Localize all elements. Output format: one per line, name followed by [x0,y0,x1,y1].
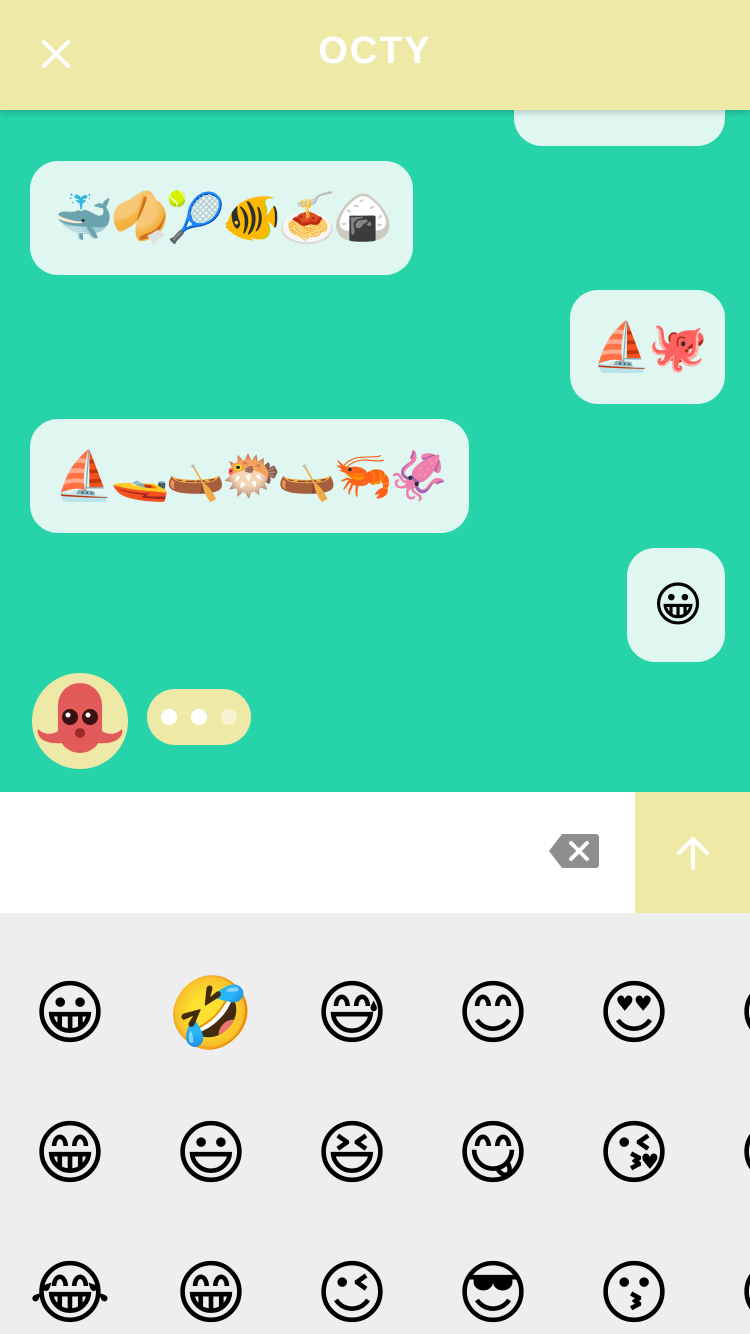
emoji-key[interactable]: 😍 [584,963,684,1063]
emoji-key[interactable]: 😚 [725,1103,750,1203]
message-bubble-partial [514,110,725,146]
emoji-key[interactable]: 😋 [443,1103,543,1203]
octopus-icon [37,683,123,753]
app-header: OCTY [0,0,750,110]
message-text: 😀 [652,577,703,633]
send-button[interactable] [635,792,750,913]
message-text: ⛵🚤🛶🐡🛶🦐🦑 [54,448,448,504]
emoji-key[interactable]: 🤣 [161,963,261,1063]
message-bubble-received: ⛵🚤🛶🐡🛶🦐🦑 [30,419,469,533]
backspace-icon [549,834,599,868]
message-bubble-received: 🐳🥠🎾🐠🍝🍙 [30,161,413,275]
message-bubble-sent: ⛵🐙 [570,290,725,404]
emoji-key[interactable]: 😗 [584,1243,684,1334]
emoji-key[interactable]: 😙 [725,1243,750,1334]
emoji-key[interactable]: 😀 [20,963,120,1063]
typing-dot [191,709,207,725]
typing-dot [221,709,237,725]
emoji-key[interactable]: 😂 [20,1243,120,1334]
backspace-button[interactable] [548,832,600,870]
message-bubble-sent: 😀 [627,548,725,662]
chat-area[interactable]: 🐳🥠🎾🐠🍝🍙 ⛵🐙 ⛵🚤🛶🐡🛶🦐🦑 😀 [0,110,750,792]
emoji-key[interactable]: 😁 [20,1103,120,1203]
emoji-key[interactable]: 😃 [161,1103,261,1203]
emoji-key[interactable]: 😆 [302,1103,402,1203]
page-title: OCTY [318,30,432,72]
message-text: 🐳🥠🎾🐠🍝🍙 [54,190,393,246]
avatar [32,673,128,769]
typing-indicator [147,689,251,745]
arrow-up-icon [676,836,709,870]
emoji-key[interactable]: 😘 [584,1103,684,1203]
message-text: ⛵🐙 [591,319,708,375]
emoji-key[interactable]: 😎 [443,1243,543,1334]
emoji-key[interactable]: 😉 [302,1243,402,1334]
message-input[interactable] [0,792,635,913]
emoji-key[interactable]: 😊 [443,963,543,1063]
emoji-keyboard[interactable]: 😀 🤣 😅 😊 😍 😘 😁 😃 😆 😋 😘 😚 😂 😁 😉 😎 😗 😙 [0,913,750,1334]
emoji-key[interactable]: 😘 [725,963,750,1063]
emoji-key[interactable]: 😁 [161,1243,261,1334]
typing-dot [161,709,177,725]
emoji-key[interactable]: 😅 [302,963,402,1063]
